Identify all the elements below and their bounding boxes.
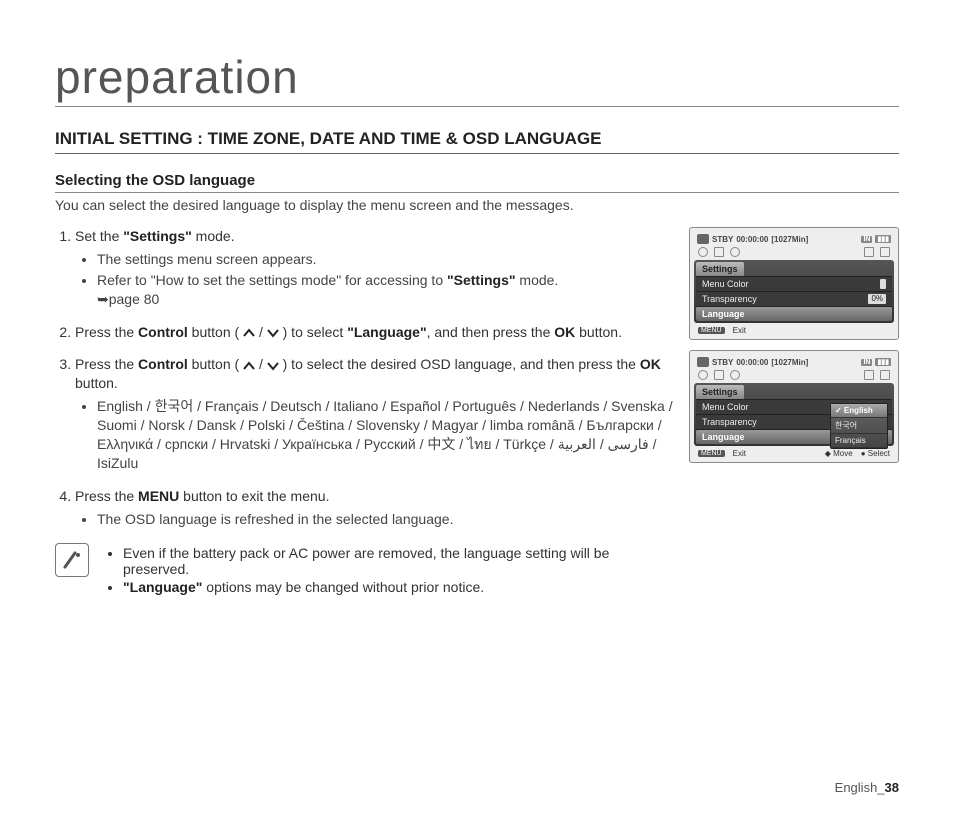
osd-icon-row — [694, 369, 894, 383]
note2b: options may be changed without prior not… — [202, 579, 484, 595]
sub-heading: Selecting the OSD language — [55, 172, 899, 193]
step1-text-c: mode. — [192, 228, 235, 244]
note-icon — [55, 543, 89, 577]
mode-icon — [730, 370, 740, 380]
s2c: button ( — [188, 324, 243, 340]
mode-icon — [714, 247, 724, 257]
s3b: Control — [138, 356, 188, 372]
up-chevron-icon — [243, 361, 255, 371]
note-1: Even if the battery pack or AC power are… — [123, 545, 677, 577]
note-2: "Language" options may be changed withou… — [123, 579, 677, 595]
step-2: Press the Control button ( / ) to select… — [75, 323, 677, 342]
popup-english: ✓ English — [831, 404, 887, 418]
s2h: OK — [554, 324, 575, 340]
menu-button-label: MENU — [698, 327, 725, 334]
osd-row-menucolor: Menu Color — [696, 276, 892, 291]
s3g: button. — [75, 375, 118, 391]
section-heading: INITIAL SETTING : TIME ZONE, DATE AND TI… — [55, 129, 899, 154]
battery-icon: ▮▮▮ — [875, 235, 891, 243]
down-chevron-icon — [267, 361, 279, 371]
camera-icon — [697, 234, 709, 244]
page-title: preparation — [55, 50, 899, 107]
s3c: button ( — [188, 356, 243, 372]
s2d: / — [255, 324, 267, 340]
osd-val-blank — [880, 279, 886, 289]
menu-button-label: MENU — [698, 450, 725, 457]
in-icon: IN — [861, 236, 872, 243]
mode-icon — [698, 370, 708, 380]
s4b: MENU — [138, 488, 179, 504]
osd-language-popup: ✓ English 한국어 Français — [830, 403, 888, 449]
mode-icon — [730, 247, 740, 257]
footer-lang: English — [835, 780, 878, 795]
step1-text-a: Set the — [75, 228, 123, 244]
mode-icon — [864, 370, 874, 380]
s2e: ) to select — [279, 324, 347, 340]
osd-row-transparency: Transparency0% — [696, 291, 892, 306]
step-4: Press the MENU button to exit the menu. … — [75, 487, 677, 529]
s2b: Control — [138, 324, 188, 340]
page-footer: English_38 — [835, 780, 899, 795]
step1-sub2-c: mode. — [516, 272, 559, 288]
down-chevron-icon — [267, 328, 279, 338]
s3a: Press the — [75, 356, 138, 372]
s2a: Press the — [75, 324, 138, 340]
step-1: Set the "Settings" mode. The settings me… — [75, 227, 677, 309]
mode-icon — [714, 370, 724, 380]
osd-remain: [1027Min] — [771, 235, 808, 244]
osd-move: ◆ Move — [825, 449, 853, 458]
s2f: "Language" — [347, 324, 426, 340]
osd-val-pct: 0% — [868, 294, 886, 304]
step-3: Press the Control button ( / ) to select… — [75, 355, 677, 472]
osd-stby: STBY — [712, 235, 733, 244]
osd-screenshot-2: STBY 00:00:00 [1027Min] IN ▮▮▮ Settings … — [689, 350, 899, 463]
osd-select: ● Select — [861, 449, 890, 458]
osd-tab-settings: Settings — [696, 262, 744, 276]
mode-icon — [698, 247, 708, 257]
in-icon: IN — [861, 359, 872, 366]
step1-settings: "Settings" — [123, 228, 192, 244]
s3d: / — [255, 356, 267, 372]
osd-exit: Exit — [733, 449, 746, 458]
battery-icon: ▮▮▮ — [875, 358, 891, 366]
osd-stby: STBY — [712, 358, 733, 367]
osd-tab-settings: Settings — [696, 385, 744, 399]
s4c: button to exit the menu. — [179, 488, 329, 504]
step4-sub1: The OSD language is refreshed in the sel… — [97, 510, 677, 529]
osd-row-language-selected: Language — [696, 306, 892, 321]
footer-page: 38 — [885, 780, 899, 795]
s3f: OK — [640, 356, 661, 372]
step1-pageref: ➥page 80 — [97, 291, 159, 307]
popup-korean: 한국어 — [831, 418, 887, 434]
s2i: button. — [575, 324, 622, 340]
osd-remain: [1027Min] — [771, 358, 808, 367]
note-block: Even if the battery pack or AC power are… — [55, 543, 677, 597]
step1-sub2-a: Refer to "How to set the settings mode" … — [97, 272, 447, 288]
intro-text: You can select the desired language to d… — [55, 197, 899, 213]
osd-icon-row — [694, 246, 894, 260]
step1-sub2-b: "Settings" — [447, 272, 516, 288]
s4a: Press the — [75, 488, 138, 504]
mode-icon — [864, 247, 874, 257]
camera-icon — [697, 357, 709, 367]
osd-exit: Exit — [733, 326, 746, 335]
s2g: , and then press the — [427, 324, 555, 340]
osd-time: 00:00:00 — [736, 235, 768, 244]
step1-sub1: The settings menu screen appears. — [97, 250, 677, 269]
steps-list: Set the "Settings" mode. The settings me… — [55, 227, 677, 529]
mode-icon — [880, 247, 890, 257]
step1-sub2: Refer to "How to set the settings mode" … — [97, 271, 677, 309]
step3-langs: English / 한국어 / Français / Deutsch / Ita… — [97, 397, 677, 473]
osd-time: 00:00:00 — [736, 358, 768, 367]
note2a: "Language" — [123, 579, 202, 595]
s3e: ) to select the desired OSD language, an… — [279, 356, 640, 372]
popup-french: Français — [831, 434, 887, 448]
up-chevron-icon — [243, 328, 255, 338]
osd-screenshot-1: STBY 00:00:00 [1027Min] IN ▮▮▮ Settings … — [689, 227, 899, 340]
mode-icon — [880, 370, 890, 380]
